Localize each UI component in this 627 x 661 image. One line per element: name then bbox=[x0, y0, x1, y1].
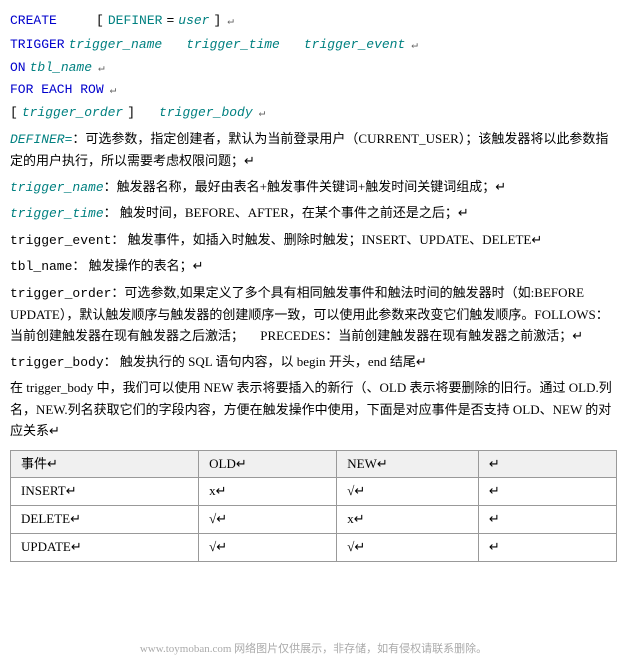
param-trigger-time: trigger_time bbox=[186, 35, 280, 56]
cell-update-new: √↵ bbox=[337, 534, 479, 562]
table-row: DELETE↵ √↵ x↵ ↵ bbox=[11, 506, 617, 534]
param-trigger-body: trigger_body bbox=[159, 103, 253, 124]
col-header-event: 事件↵ bbox=[11, 450, 199, 478]
desc-trigger-body: trigger_body： 触发执行的 SQL 语句内容，以 begin 开头，… bbox=[10, 351, 617, 373]
cell-update-empty: ↵ bbox=[478, 534, 616, 562]
cell-insert-event: INSERT↵ bbox=[11, 478, 199, 506]
para-new-old: 在 trigger_body 中，我们可以使用 NEW 表示将要插入的新行（、O… bbox=[10, 377, 617, 441]
desc-tbl-name: tbl_name： 触发操作的表名；↵ bbox=[10, 255, 617, 277]
param-tbl-name: tbl_name bbox=[30, 58, 92, 79]
col-header-new: NEW↵ bbox=[337, 450, 479, 478]
table-row: INSERT↵ x↵ √↵ ↵ bbox=[11, 478, 617, 506]
keyword-on: ON bbox=[10, 58, 26, 79]
param-trigger-name: trigger_name bbox=[69, 35, 163, 56]
cell-delete-event: DELETE↵ bbox=[11, 506, 199, 534]
desc-trigger-name: trigger_name：触发器名称，最好由表名+触发事件关键词+触发时间关键词… bbox=[10, 176, 617, 198]
event-support-table: 事件↵ OLD↵ NEW↵ ↵ INSERT↵ x↵ √↵ ↵ DELETE↵ … bbox=[10, 450, 617, 562]
param-trigger-event: trigger_event bbox=[304, 35, 405, 56]
cell-insert-old: x↵ bbox=[199, 478, 337, 506]
desc-trigger-event: trigger_event： 触发事件，如插入时触发、删除时触发；INSERT、… bbox=[10, 229, 617, 251]
keyword-definer: DEFINER bbox=[108, 11, 163, 32]
cell-delete-new: x↵ bbox=[337, 506, 479, 534]
desc-trigger-order: trigger_order：可选参数,如果定义了多个具有相同触发事件和触法时间的… bbox=[10, 282, 617, 347]
code-line-1: CREATE [ DEFINER = user ] ↵ bbox=[10, 11, 617, 32]
col-header-old: OLD↵ bbox=[199, 450, 337, 478]
table-row: UPDATE↵ √↵ √↵ ↵ bbox=[11, 534, 617, 562]
definer-user: user bbox=[178, 11, 209, 32]
cell-update-event: UPDATE↵ bbox=[11, 534, 199, 562]
cell-delete-empty: ↵ bbox=[478, 506, 616, 534]
keyword-for-each-row: FOR EACH ROW bbox=[10, 80, 104, 101]
code-line-4: FOR EACH ROW ↵ bbox=[10, 80, 617, 101]
table-header-row: 事件↵ OLD↵ NEW↵ ↵ bbox=[11, 450, 617, 478]
code-line-3: ON tbl_name ↵ bbox=[10, 58, 617, 79]
desc-trigger-time: trigger_time： 触发时间，BEFORE、AFTER，在某个事件之前还… bbox=[10, 202, 617, 224]
param-trigger-order: trigger_order bbox=[22, 103, 123, 124]
code-line-5: [ trigger_order ] trigger_body ↵ bbox=[10, 103, 617, 124]
code-line-2: TRIGGER trigger_name trigger_time trigge… bbox=[10, 35, 617, 56]
watermark: www.toymoban.com 网络图片仅供展示，非存储，如有侵权请联系删除。 bbox=[0, 639, 627, 661]
cell-delete-old: √↵ bbox=[199, 506, 337, 534]
keyword-trigger: TRIGGER bbox=[10, 35, 65, 56]
cell-insert-empty: ↵ bbox=[478, 478, 616, 506]
cell-update-old: √↵ bbox=[199, 534, 337, 562]
col-header-empty: ↵ bbox=[478, 450, 616, 478]
cell-insert-new: √↵ bbox=[337, 478, 479, 506]
keyword-create: CREATE bbox=[10, 11, 57, 32]
desc-definer: DEFINER=：可选参数，指定创建者，默认为当前登录用户（CURRENT_US… bbox=[10, 128, 617, 172]
